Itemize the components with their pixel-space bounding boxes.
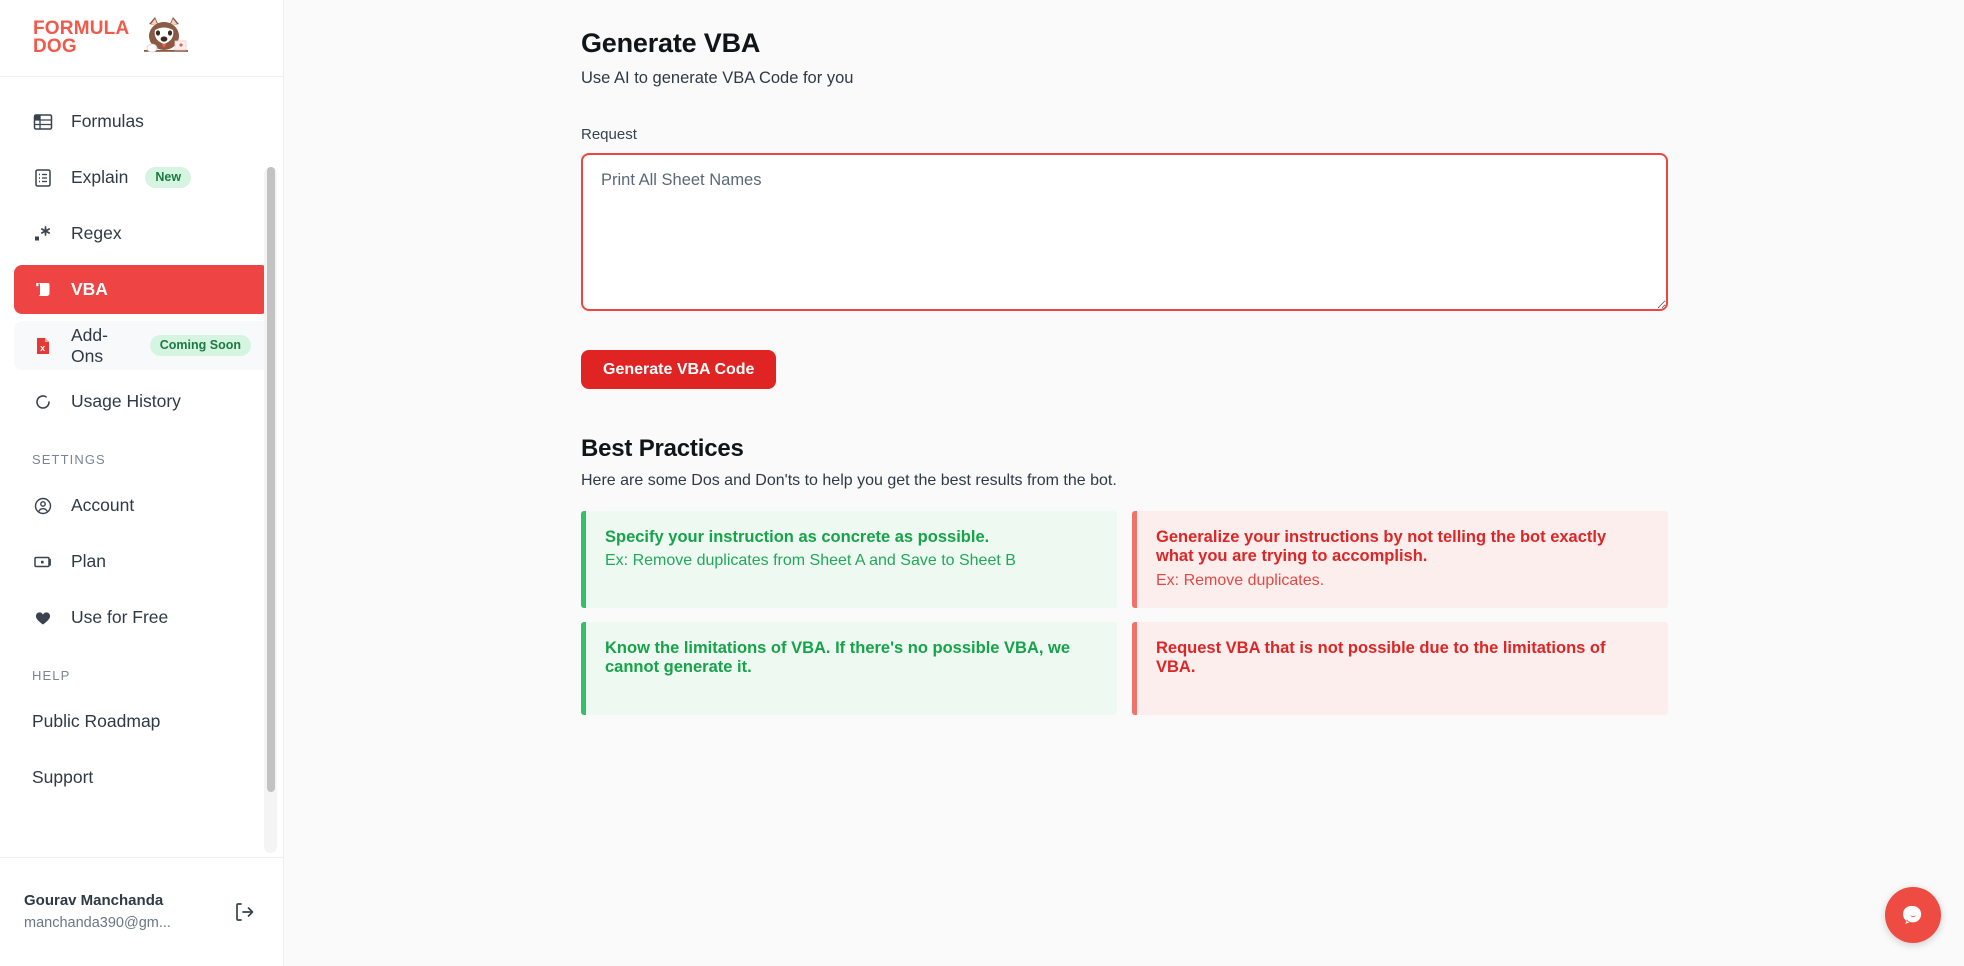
sidebar-section-help: HELP (32, 668, 71, 683)
card-heading: Know the limitations of VBA. If there's … (605, 638, 1071, 677)
excel-file-icon: x (32, 335, 54, 357)
sidebar-item-use-for-free[interactable]: Use for Free (14, 593, 269, 642)
sidebar-item-regex[interactable]: Regex (14, 209, 269, 258)
sidebar-item-plan[interactable]: Plan (14, 537, 269, 586)
brand-name-line2: DOG (33, 36, 77, 57)
user-circle-icon (32, 495, 54, 517)
best-practice-card-dont-2: Request VBA that is not possible due to … (1132, 621, 1668, 715)
sidebar-item-support[interactable]: Support (14, 753, 269, 802)
request-field-label: Request (581, 126, 637, 143)
document-lines-icon (32, 167, 54, 189)
sidebar-badge-new: New (145, 167, 192, 188)
sidebar-scrollbar-thumb[interactable] (266, 167, 275, 792)
user-name: Gourav Manchanda (24, 892, 164, 909)
card-icon (32, 551, 54, 573)
sidebar-item-label: Formulas (71, 111, 144, 131)
sidebar-item-explain[interactable]: Explain New (14, 153, 269, 202)
logout-icon[interactable] (231, 899, 257, 925)
request-input[interactable] (581, 153, 1668, 311)
card-example: Ex: Remove duplicates from Sheet A and S… (605, 552, 1016, 570)
best-practice-card-do-1: Specify your instruction as concrete as … (581, 511, 1117, 608)
sidebar-item-label: Support (32, 767, 94, 787)
sidebar-item-label: Regex (71, 223, 122, 243)
husky-dog-logo-icon (144, 17, 189, 53)
best-practices-title: Best Practices (581, 435, 744, 462)
sidebar-item-account[interactable]: Account (14, 481, 269, 530)
app-root: FORMULA DOG Formulas Explain New Regex V… (0, 0, 1964, 966)
best-practices-subtitle: Here are some Dos and Don'ts to help you… (581, 472, 1117, 489)
card-heading: Generalize your instructions by not tell… (1156, 528, 1607, 566)
table-grid-icon (32, 111, 54, 133)
svg-text:x: x (40, 343, 45, 353)
sidebar-item-label: Explain (71, 167, 129, 187)
best-practices-grid: Specify your instruction as concrete as … (581, 511, 1668, 715)
sidebar-item-label: Account (71, 495, 135, 515)
card-example: Ex: Remove duplicates. (1156, 571, 1325, 589)
user-email: manchanda390@gm... (24, 915, 171, 931)
heart-icon (32, 607, 54, 629)
sidebar-item-public-roadmap[interactable]: Public Roadmap (14, 697, 269, 746)
sidebar-item-usage-history[interactable]: Usage History (14, 377, 269, 426)
sidebar-badge-coming-soon: Coming Soon (149, 335, 251, 356)
brand-logo[interactable]: FORMULA DOG (0, 0, 283, 77)
generate-vba-code-button[interactable]: Generate VBA Code (581, 350, 777, 389)
best-practice-card-dont-1: Generalize your instructions by not tell… (1132, 511, 1668, 608)
vba-scroll-icon (32, 279, 54, 301)
history-circle-icon (32, 391, 54, 413)
sidebar: FORMULA DOG Formulas Explain New Regex V… (0, 0, 284, 966)
sidebar-section-settings: SETTINGS (32, 452, 106, 467)
sidebar-item-add-ons[interactable]: x Add-Ons Coming Soon (14, 321, 269, 370)
sidebar-item-label: Add-Ons (71, 324, 108, 366)
sidebar-item-label: Public Roadmap (32, 711, 161, 731)
best-practice-card-do-2: Know the limitations of VBA. If there's … (581, 621, 1117, 715)
asterisk-icon (32, 223, 54, 245)
user-account-panel: Gourav Manchanda manchanda390@gm... (0, 857, 283, 966)
sidebar-item-label: Plan (71, 551, 107, 571)
sidebar-scrollbar-track[interactable] (264, 167, 277, 853)
page-title: Generate VBA (581, 28, 761, 58)
sidebar-item-label: Usage History (71, 391, 181, 411)
chat-widget-button[interactable] (1885, 887, 1941, 943)
sidebar-nav-scroll-area: Formulas Explain New Regex VBA x Add-Ons… (0, 77, 283, 857)
sidebar-item-vba[interactable]: VBA (14, 265, 269, 314)
chat-bubble-icon (1903, 905, 1922, 924)
card-heading: Request VBA that is not possible due to … (1156, 638, 1606, 677)
sidebar-item-formulas[interactable]: Formulas (14, 97, 269, 146)
card-heading: Specify your instruction as concrete as … (605, 528, 990, 546)
main-content: Generate VBA Use AI to generate VBA Code… (284, 0, 1964, 966)
page-subtitle: Use AI to generate VBA Code for you (581, 69, 854, 87)
sidebar-item-label: VBA (71, 279, 108, 299)
sidebar-item-label: Use for Free (71, 607, 169, 627)
